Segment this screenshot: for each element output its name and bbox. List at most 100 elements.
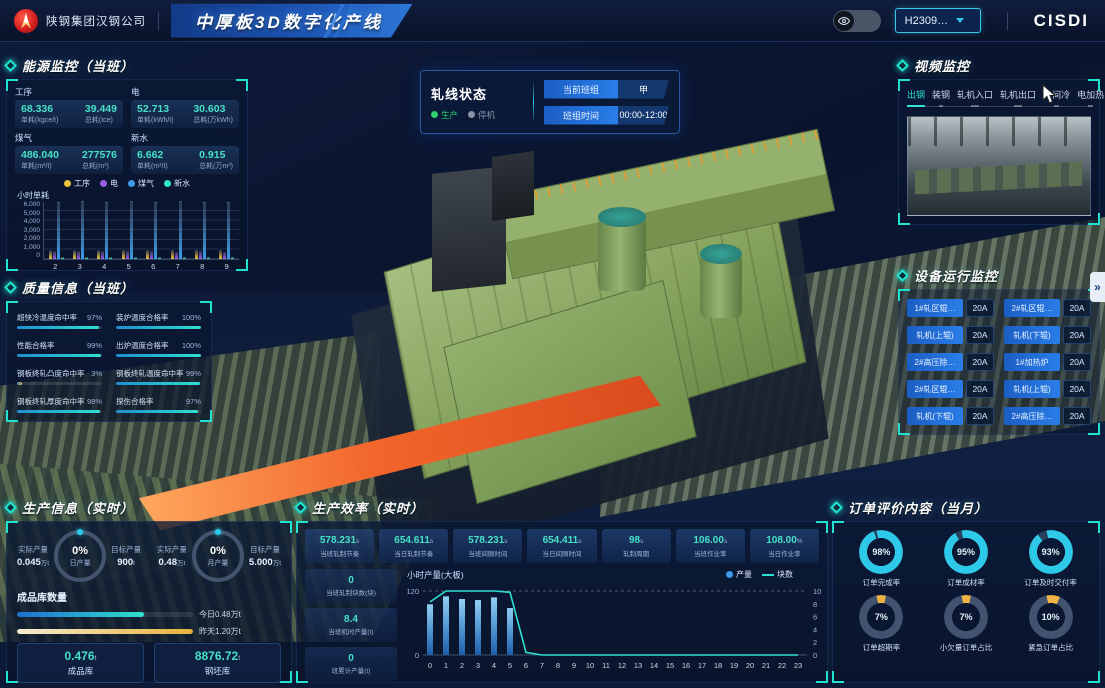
bar-工序 xyxy=(97,250,100,259)
device-row[interactable]: 2#轧区辊…20A xyxy=(1004,299,1091,317)
quality-label: 装炉温度合格率 xyxy=(116,312,169,323)
legend-item[interactable]: 电 xyxy=(100,178,118,189)
efficiency-stat-unit: % xyxy=(797,538,803,545)
device-row[interactable]: 2#轧区辊…20A xyxy=(907,380,994,398)
efficiency-side-stat: 0班累计产量(t) xyxy=(305,647,397,681)
quality-item-top: 超快冷温度命中率97% xyxy=(17,312,102,323)
efficiency-stat: 578.231s当班轧制节奏 xyxy=(305,529,374,563)
y-tick: 2,000 xyxy=(24,236,40,243)
device-row[interactable]: 轧机(上辊)20A xyxy=(907,326,994,344)
device-row[interactable]: 1#加热炉20A xyxy=(1004,353,1091,371)
efficiency-stat-unit: s xyxy=(578,538,581,545)
y-left-label: 0 xyxy=(415,651,419,660)
orders-section: 订单评价内容（当月） 98%订单完成率95%订单成材率93%订单及时交付率7%订… xyxy=(832,496,1100,683)
device-row[interactable]: 1#轧区辊…20A xyxy=(907,299,994,317)
energy-unit-label: 单耗(m³/t) xyxy=(137,161,168,171)
quality-header: 质量信息（当班） xyxy=(6,276,212,298)
quality-bar-fill xyxy=(17,382,22,385)
gauge-actual-label: 实际产量 xyxy=(157,544,187,555)
energy-card: 工序68.336单耗(kgce/t)39.449总耗(tce) xyxy=(15,86,123,128)
quality-item: 性能合格率99% xyxy=(17,340,102,357)
video-tab-装钢[interactable]: 装钢 xyxy=(932,88,950,103)
x-tick: 2 xyxy=(53,262,57,271)
video-tabs: 出钢装钢轧机入口轧机出口中间冷电加热 xyxy=(907,88,1091,107)
side-stat-value: 8.4 xyxy=(344,614,358,625)
device-row[interactable]: 2#高压除…20A xyxy=(1004,407,1091,425)
status-legend-label: 停机 xyxy=(478,109,495,121)
panel-collapse-handle[interactable]: » xyxy=(1090,272,1105,302)
device-row[interactable]: 轧机(下辊)20A xyxy=(907,407,994,425)
x-tick-label: 0 xyxy=(428,661,432,670)
status-row-value: 甲 xyxy=(618,80,669,99)
video-tab-轧机入口[interactable]: 轧机入口 xyxy=(957,88,993,103)
device-row[interactable]: 轧机(上辊)20A xyxy=(1004,380,1091,398)
bar-煤气 xyxy=(105,202,108,259)
video-feed[interactable] xyxy=(907,116,1091,216)
device-current-value: 20A xyxy=(1063,380,1091,398)
stock-box-label: 钢坯库 xyxy=(205,665,231,677)
efficiency-stat-label: 当班轧制节奏 xyxy=(320,548,359,558)
device-name-pill: 2#轧区辊… xyxy=(907,380,963,398)
y-tick: 5,000 xyxy=(24,211,40,218)
bar-新水 xyxy=(61,257,64,259)
energy-card-box: 52.713单耗(kWh/t)30.603总耗(万kWh) xyxy=(131,100,239,128)
quality-item-top: 钢板终轧厚度命中率98% xyxy=(17,396,102,407)
gauge-group: 实际产量0.045万t0%日产量目标产量900t xyxy=(17,530,141,582)
status-row: 当前班组甲 xyxy=(544,80,669,99)
energy-value: 486.040 xyxy=(21,149,59,161)
bar-工序 xyxy=(171,250,174,259)
bar-group xyxy=(219,202,234,259)
production-gauges: 实际产量0.045万t0%日产量目标产量900t实际产量0.48万t0%月产量目… xyxy=(17,530,281,582)
legend-item[interactable]: 煤气 xyxy=(128,178,154,189)
efficiency-stat-label: 当日作业率 xyxy=(768,548,801,558)
donut-percent: 7% xyxy=(944,595,988,639)
efficiency-stat-unit: s xyxy=(356,538,359,545)
line-status-section: 轧线状态 生产停机 当前班组甲班组时间00:00-12:00 xyxy=(420,70,680,134)
diamond-icon xyxy=(896,269,909,282)
legend-item[interactable]: 新水 xyxy=(164,178,190,189)
y-right-label: 8 xyxy=(813,600,817,609)
device-row[interactable]: 2#高压除…20A xyxy=(907,353,994,371)
donut-label: 订单及时交付率 xyxy=(1024,577,1077,588)
gauge-actual-label: 实际产量 xyxy=(18,544,48,555)
efficiency-stats-row: 578.231s当班轧制节奏654.611s当日轧制节奏578.231s当班间隙… xyxy=(305,529,819,563)
order-donut: 93%订单及时交付率 xyxy=(1008,530,1093,588)
efficiency-stat-unit: s xyxy=(504,538,507,545)
device-row[interactable]: 轧机(下辊)20A xyxy=(1004,326,1091,344)
quality-bar-fill xyxy=(116,354,201,357)
bar-电 xyxy=(126,251,129,259)
energy-value: 52.713 xyxy=(137,103,169,115)
line-selector-dropdown[interactable]: H2309… xyxy=(895,8,981,33)
x-tick-label: 22 xyxy=(778,661,786,670)
energy-plot-area xyxy=(43,202,239,260)
bar-group xyxy=(195,202,210,259)
visibility-toggle[interactable] xyxy=(833,10,881,32)
donut-ring-wrap: 98% xyxy=(859,530,903,574)
status-legend-item: 停机 xyxy=(468,109,495,121)
video-tab-轧机出口[interactable]: 轧机出口 xyxy=(1000,88,1036,103)
bar-煤气 xyxy=(179,201,182,259)
efficiency-stat-unit: s xyxy=(640,538,643,545)
quality-bar-track xyxy=(17,382,102,385)
video-tab-电加热[interactable]: 电加热 xyxy=(1077,88,1104,103)
status-legend-label: 生产 xyxy=(441,109,458,121)
gauge-target-label: 目标产量 xyxy=(111,544,141,555)
efficiency-stat: 578.231s当班间隙时间 xyxy=(453,529,522,563)
quality-value: 3% xyxy=(91,369,102,378)
dashboard: 陕钢集团汉钢公司 中厚板3D数字化产线 H2309… CISDI xyxy=(0,0,1105,688)
video-tab-中间冷[interactable]: 中间冷 xyxy=(1043,88,1070,103)
x-tick-label: 21 xyxy=(762,661,770,670)
gauge-target-unit: 万t xyxy=(273,560,281,567)
diamond-icon xyxy=(830,501,843,514)
hour-bar xyxy=(427,604,433,655)
stock-bars: 今日0.48万t昨天1.20万t xyxy=(17,609,281,637)
efficiency-stat-value: 106.00s xyxy=(693,535,727,546)
bar-工序 xyxy=(219,250,222,259)
legend-item[interactable]: 工序 xyxy=(64,178,90,189)
side-stat-value: 0 xyxy=(348,653,354,664)
efficiency-header: 生产效率（实时） xyxy=(296,496,828,518)
company-logo-icon xyxy=(14,9,38,33)
video-tab-出钢[interactable]: 出钢 xyxy=(907,88,925,103)
energy-group-label: 工序 xyxy=(15,86,123,98)
order-donut: 95%订单成材率 xyxy=(924,530,1009,588)
